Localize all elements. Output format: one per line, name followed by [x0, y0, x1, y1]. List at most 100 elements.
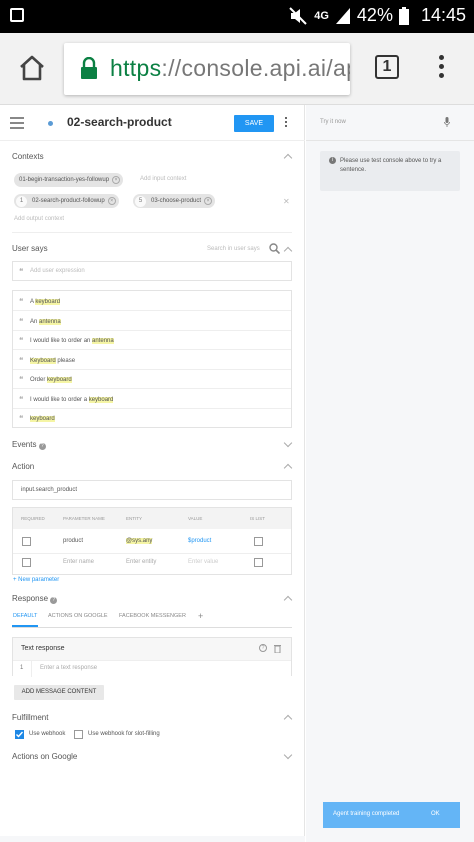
actions-on-google-expand-icon[interactable]	[283, 750, 293, 760]
battery-percent: 42%	[356, 5, 393, 25]
home-icon[interactable]	[18, 54, 46, 82]
fulfillment-title: Fulfillment	[12, 713, 49, 722]
annotated-parameter[interactable]: keyboard	[30, 416, 55, 422]
col-is-list: IS LIST	[250, 516, 266, 521]
lifespan-badge[interactable]: 5	[135, 196, 146, 207]
intent-name[interactable]: 02-search-product	[67, 115, 172, 129]
save-button[interactable]: SAVE	[234, 115, 274, 132]
toast-ok-button[interactable]: OK	[431, 811, 440, 817]
fulfillment-collapse-icon[interactable]	[283, 714, 293, 724]
entity-cell[interactable]: @sys.any	[126, 538, 153, 544]
enter-entity-field[interactable]: Enter entity	[126, 559, 156, 565]
output-context-name: 03-choose-product	[151, 198, 202, 204]
user-says-title: User says	[12, 244, 48, 253]
user-says-collapse-icon[interactable]	[283, 246, 293, 256]
add-input-context[interactable]: Add input context	[140, 176, 186, 182]
tab-default[interactable]: DEFAULT	[13, 613, 37, 619]
intent-priority-dot[interactable]	[48, 121, 53, 126]
help-icon[interactable]: ?	[259, 644, 267, 652]
quote-icon: ❝	[19, 395, 24, 404]
divider	[12, 232, 292, 233]
remove-context-icon[interactable]: ×	[107, 197, 116, 205]
address-bar[interactable]: https://console.api.ai/ap	[64, 43, 350, 95]
text-response-input[interactable]: Enter a text response	[40, 665, 97, 671]
text-response-title: Text response	[21, 645, 65, 652]
annotated-parameter[interactable]: keyboard	[47, 377, 72, 383]
required-checkbox[interactable]	[22, 558, 31, 567]
slot-filling-checkbox[interactable]	[74, 730, 83, 739]
tab-actions-on-google[interactable]: ACTIONS ON GOOGLE	[48, 613, 108, 619]
help-icon[interactable]: ?	[38, 443, 46, 450]
input-context-chip[interactable]: 01-begin-transaction-yes-followup ×	[14, 173, 124, 187]
status-icons: 4G 42% 14:45	[288, 5, 466, 26]
enter-name-field[interactable]: Enter name	[63, 559, 94, 565]
quote-icon: ❝	[19, 267, 24, 276]
lifespan-badge[interactable]: 1	[16, 196, 27, 207]
annotated-parameter[interactable]: antenna	[92, 338, 114, 344]
trash-icon[interactable]	[274, 644, 281, 653]
url-scheme: https	[110, 55, 162, 81]
col-parameter-name: PARAMETER NAME	[63, 516, 105, 521]
response-collapse-icon[interactable]	[283, 595, 293, 605]
enter-value-field[interactable]: Enter value	[188, 559, 218, 565]
url-text: https://console.api.ai/ap	[110, 55, 350, 82]
add-user-expression-field[interactable]: ❝ Add user expression	[12, 261, 292, 281]
response-title-text: Response	[12, 594, 49, 603]
search-icon[interactable]	[269, 243, 280, 254]
use-webhook-label: Use webhook	[29, 731, 66, 737]
signal-icon	[335, 7, 350, 24]
tab-switcher-button[interactable]: 1	[375, 55, 399, 79]
dialogflow-console: 02-search-product SAVE Contexts 01-begin…	[0, 105, 474, 842]
output-context-chip[interactable]: 5 03-choose-product ×	[133, 194, 216, 208]
value-cell[interactable]: $product	[188, 538, 211, 544]
browser-menu-icon[interactable]	[438, 55, 446, 81]
user-expressions-list: ❝ A keyboard ❝ An antenna ❝ I would like to…	[12, 290, 292, 428]
annotated-parameter[interactable]: keyboard	[88, 397, 114, 403]
expression-text: An antenna	[30, 319, 61, 325]
is-list-checkbox[interactable]	[254, 537, 263, 546]
remove-context-icon[interactable]: ×	[204, 197, 213, 205]
action-name-value: input.search_product	[21, 487, 78, 493]
is-list-checkbox[interactable]	[254, 558, 263, 567]
hamburger-menu-icon[interactable]	[10, 117, 24, 132]
annotated-parameter[interactable]: Keyboard	[30, 358, 56, 364]
add-output-context[interactable]: Add output context	[14, 216, 64, 222]
remove-context-icon[interactable]: ×	[112, 176, 121, 184]
annotated-parameter[interactable]: antenna	[39, 319, 61, 325]
contexts-collapse-icon[interactable]	[283, 153, 293, 163]
col-required: REQUIRED	[21, 516, 45, 521]
add-platform-tab[interactable]: +	[198, 611, 203, 621]
search-user-says[interactable]: Search in user says	[207, 246, 260, 252]
action-collapse-icon[interactable]	[283, 463, 293, 473]
output-context-chip[interactable]: 1 02-search-product-followup ×	[14, 194, 119, 208]
clock: 14:45	[420, 5, 466, 25]
tab-facebook-messenger[interactable]: FACEBOOK MESSENGER	[119, 613, 186, 619]
row-number: 1	[20, 665, 24, 671]
clear-contexts-icon[interactable]: ✕	[283, 197, 290, 206]
text-response-row[interactable]: 1 Enter a text response	[13, 660, 291, 677]
try-it-input[interactable]: Try it now	[320, 119, 346, 125]
quote-icon: ❝	[19, 414, 24, 423]
action-name-field[interactable]: input.search_product	[12, 480, 292, 500]
events-expand-icon[interactable]	[283, 438, 293, 448]
expression-text-pre: An	[30, 319, 40, 325]
required-checkbox[interactable]	[22, 537, 31, 546]
expression-text-pre: I would like to order an	[30, 338, 93, 344]
col-value: VALUE	[188, 516, 203, 521]
annotated-parameter[interactable]: keyboard	[35, 299, 61, 305]
new-parameter-link[interactable]: + New parameter	[13, 577, 59, 583]
notice-text: Please use test console above to try a s…	[340, 158, 442, 173]
add-message-content-button[interactable]: ADD MESSAGE CONTENT	[14, 685, 104, 700]
use-webhook-checkbox[interactable]	[15, 730, 24, 739]
quote-icon: ❝	[19, 375, 24, 384]
events-title-text: Events	[12, 440, 37, 449]
help-icon[interactable]: ?	[50, 597, 58, 604]
microphone-icon[interactable]	[444, 117, 450, 127]
expression-text: I would like to order a keyboard	[30, 397, 114, 403]
events-title: Events ?	[12, 440, 46, 450]
quote-icon: ❝	[19, 317, 24, 326]
more-options-icon[interactable]	[285, 117, 289, 129]
expression-text: A keyboard	[30, 299, 61, 305]
expression-text: Order keyboard	[30, 377, 72, 383]
parameter-name-cell[interactable]: product	[63, 538, 83, 544]
